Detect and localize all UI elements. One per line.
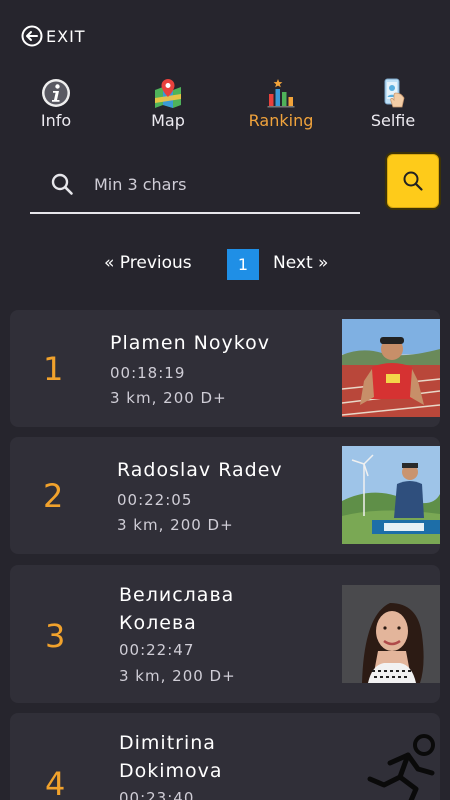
selfie-phone-icon <box>384 78 405 108</box>
back-arrow-icon <box>21 25 43 47</box>
next-page-link[interactable]: Next » <box>273 253 328 273</box>
athlete-name: Dimitrina Dokimova <box>119 732 223 782</box>
race-details: 3 km, 200 D+ <box>110 389 227 407</box>
runner-icon <box>367 734 435 800</box>
ranking-chart-icon <box>267 79 295 108</box>
runner-photo <box>342 446 440 544</box>
tab-info-label: Info <box>40 111 72 130</box>
rank-number: 4 <box>45 765 66 800</box>
pagination: « Previous 1 Next » <box>0 249 450 281</box>
athlete-name: Plamen Noykov <box>110 332 270 354</box>
previous-page-link[interactable]: « Previous <box>104 253 192 273</box>
ranking-card[interactable]: 3 Велислава Колева 00:22:47 3 km, 200 D+ <box>10 565 440 703</box>
race-details: 3 km, 200 D+ <box>117 516 234 534</box>
tab-ranking[interactable]: Ranking <box>236 78 326 130</box>
search-icon <box>51 173 73 195</box>
athlete-name: Велислава Колева <box>119 584 235 634</box>
portrait-photo <box>342 585 440 683</box>
finish-time: 00:23:40 <box>119 789 195 800</box>
search-button[interactable] <box>385 152 441 210</box>
search-field <box>30 160 360 214</box>
tab-ranking-label: Ranking <box>248 111 314 130</box>
search-icon <box>403 171 423 191</box>
ranking-card[interactable]: 4 Dimitrina Dokimova 00:23:40 <box>10 713 440 800</box>
rank-number: 1 <box>43 350 64 388</box>
rank-number: 2 <box>43 477 64 515</box>
current-page-button[interactable]: 1 <box>227 249 259 280</box>
tab-bar: Info Map Ranking Selfie <box>0 78 450 134</box>
tab-info[interactable]: Info <box>11 78 101 130</box>
exit-button[interactable]: EXIT <box>20 24 86 48</box>
search-bar <box>0 150 450 214</box>
ranking-card[interactable]: 2 Radoslav Radev 00:22:05 3 km, 200 D+ <box>10 437 440 554</box>
map-pin-icon <box>155 79 181 108</box>
tab-selfie[interactable]: Selfie <box>348 78 438 130</box>
exit-label: EXIT <box>46 26 86 46</box>
finish-time: 00:22:47 <box>119 641 195 659</box>
athlete-name: Radoslav Radev <box>117 459 283 481</box>
tab-map[interactable]: Map <box>123 78 213 130</box>
ranking-card[interactable]: 1 Plamen Noykov 00:18:19 3 km, 200 D+ <box>10 310 440 427</box>
info-icon <box>42 79 70 107</box>
finish-time: 00:18:19 <box>110 364 186 382</box>
tab-selfie-label: Selfie <box>370 111 416 130</box>
search-input[interactable] <box>94 168 344 200</box>
finish-time: 00:22:05 <box>117 491 193 509</box>
runner-photo <box>342 319 440 417</box>
race-details: 3 km, 200 D+ <box>119 667 236 685</box>
tab-map-label: Map <box>151 111 185 130</box>
rank-number: 3 <box>45 617 66 655</box>
